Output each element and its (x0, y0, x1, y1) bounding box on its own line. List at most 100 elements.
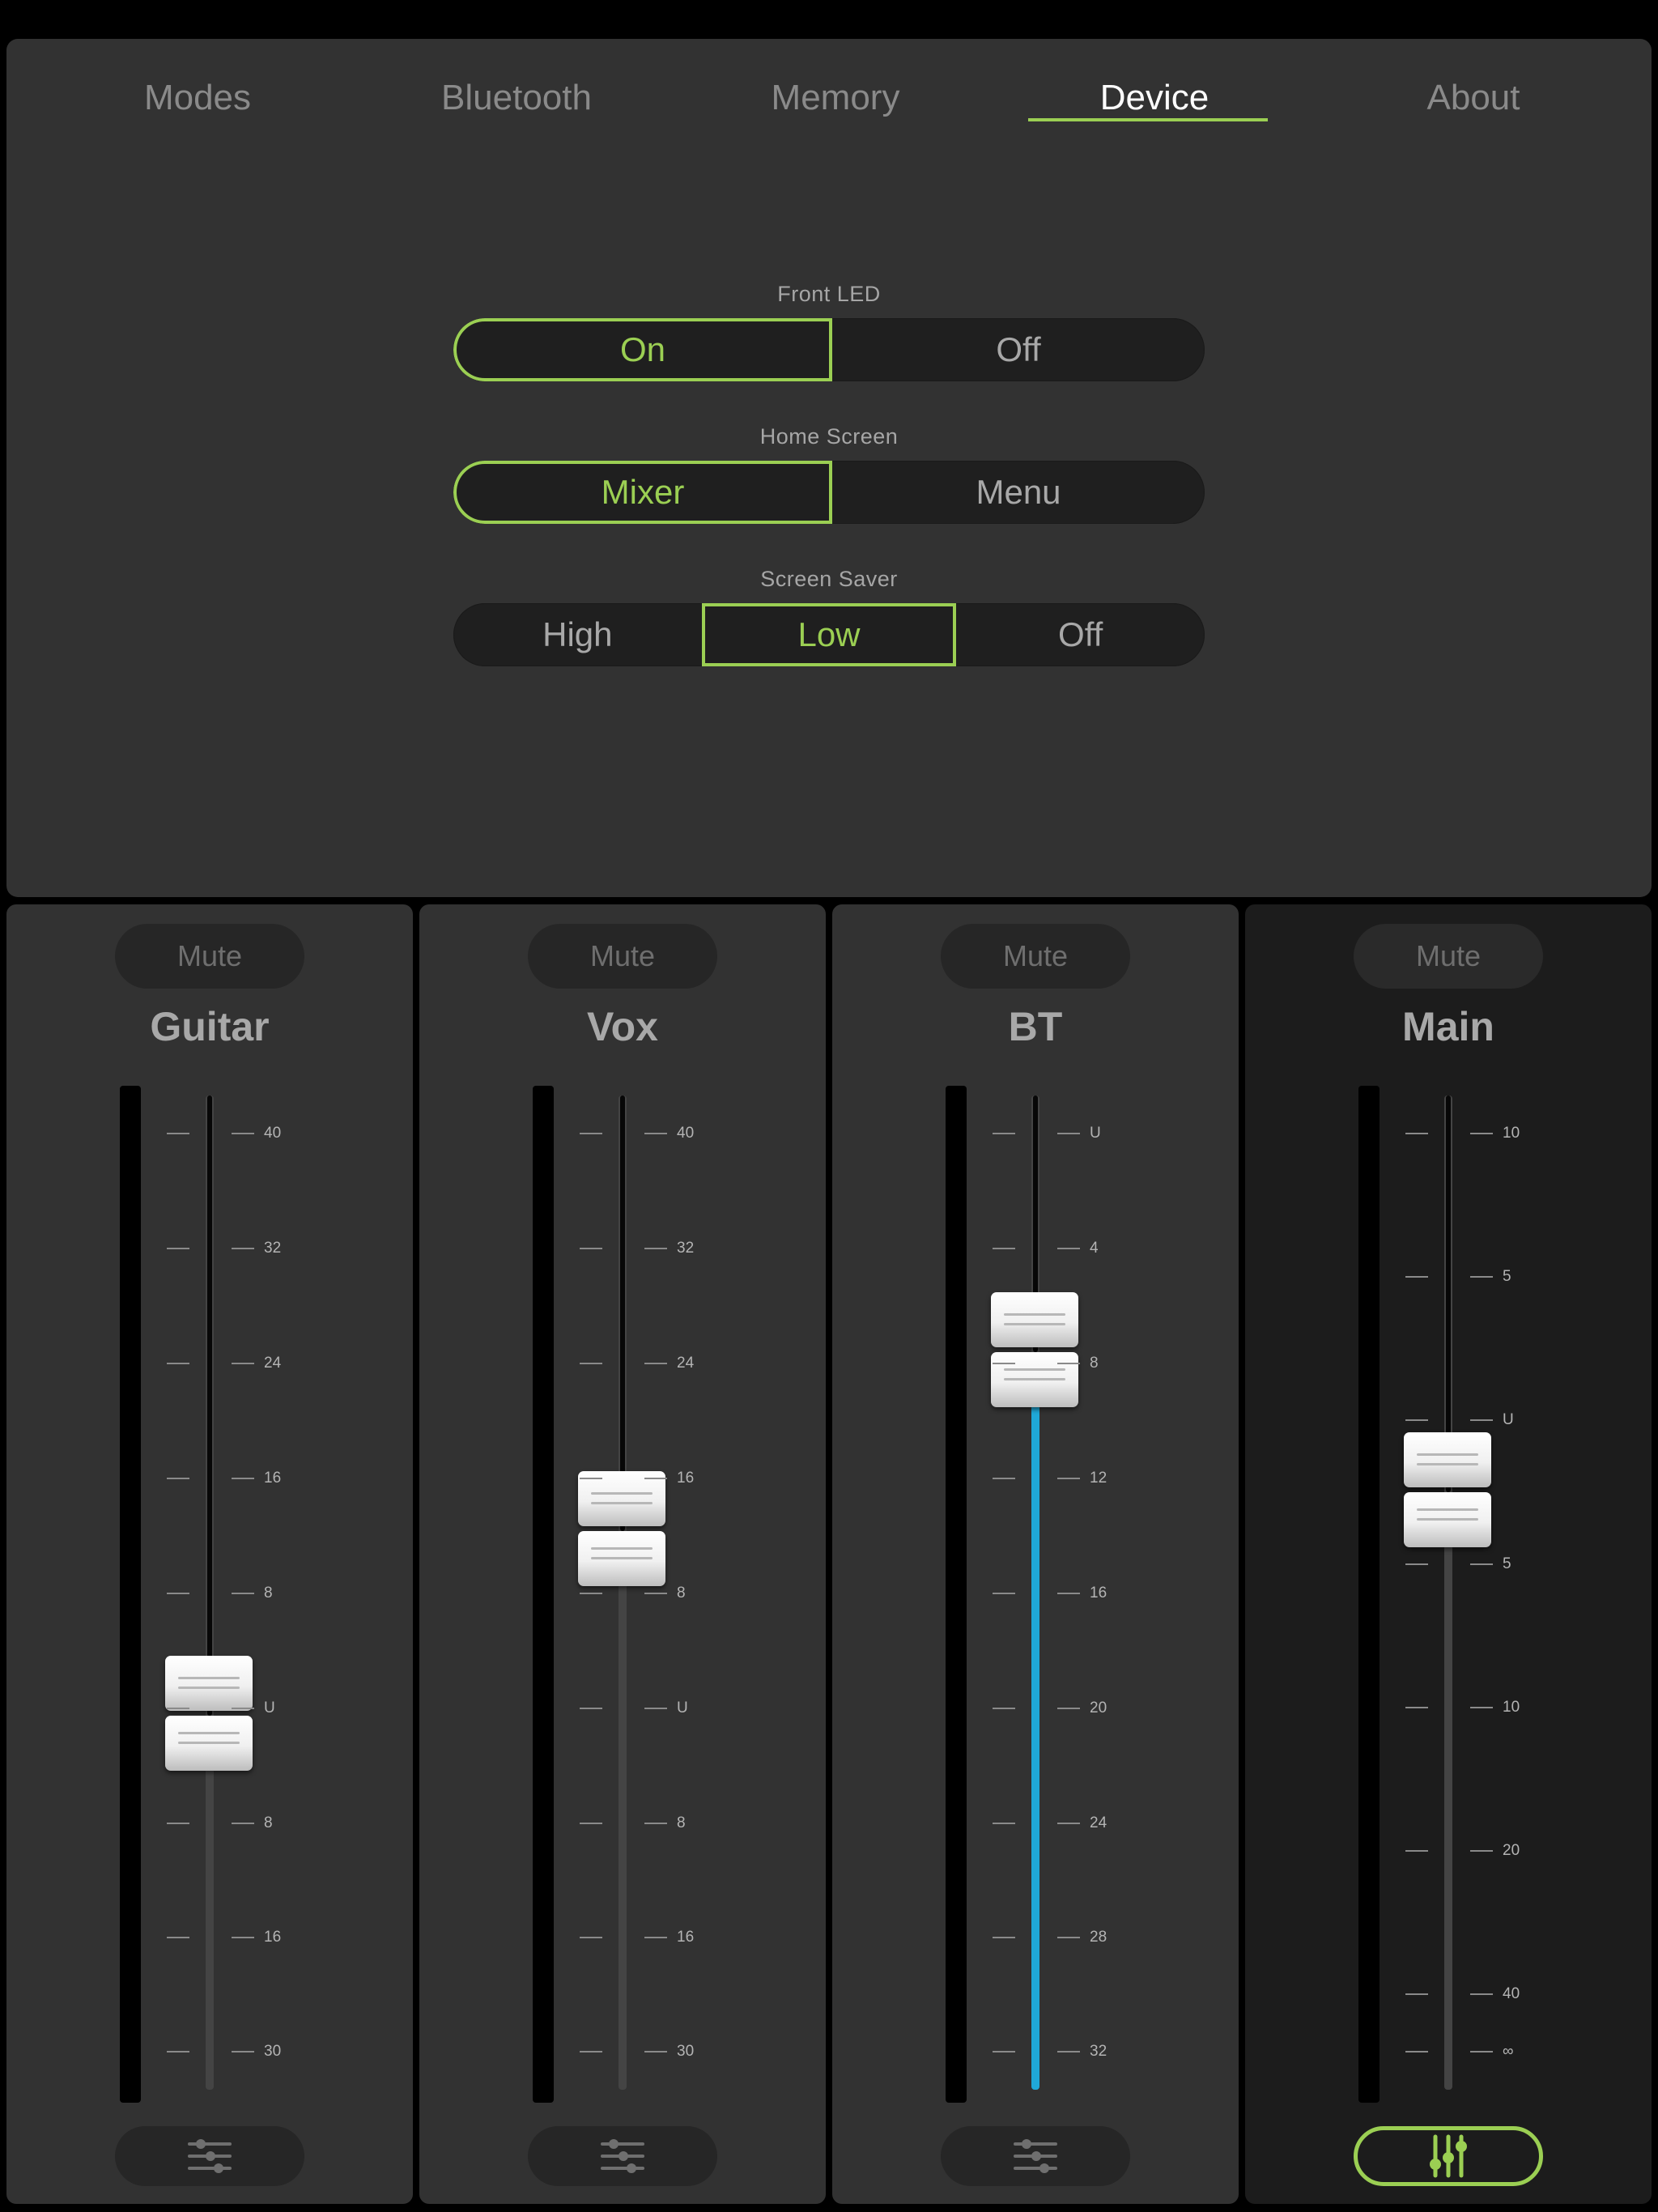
scale-tick (1057, 2051, 1080, 2052)
scale-tick (993, 1937, 1015, 1938)
scale-tick (1405, 1993, 1428, 1995)
scale-tick (580, 1708, 602, 1709)
scale-label: 8 (677, 1585, 686, 1602)
scale-tick (232, 1937, 254, 1938)
scale-tick (993, 1363, 1015, 1364)
scale-label: U (1090, 1125, 1101, 1142)
fader-track[interactable] (619, 1095, 627, 2090)
front-led-on-option[interactable]: On (453, 318, 832, 381)
scale-tick (644, 1823, 667, 1824)
fader-handle[interactable] (578, 1470, 665, 1591)
scale-tick (644, 1248, 667, 1249)
scale-label: 20 (1090, 1699, 1107, 1716)
front-led-off-option[interactable]: Off (832, 318, 1205, 381)
screen-saver-high-option[interactable]: High (453, 603, 702, 666)
scale-tick (580, 1478, 602, 1479)
scale-label: 16 (264, 1929, 282, 1946)
channel-name: Main (1402, 1004, 1494, 1049)
fader-handle[interactable] (1404, 1431, 1491, 1552)
scale-tick (167, 1708, 189, 1709)
mixer-view-button[interactable] (1354, 2126, 1543, 2186)
level-meter (533, 1086, 554, 2103)
scale-tick (1470, 1133, 1493, 1134)
scale-tick (1057, 1708, 1080, 1709)
scale-tick (580, 1133, 602, 1134)
scale-tick (1405, 1563, 1428, 1565)
fader-track[interactable] (1444, 1095, 1452, 2090)
fader-handle[interactable] (165, 1656, 253, 1776)
scale-tick (993, 1478, 1015, 1479)
scale-tick (1405, 1707, 1428, 1708)
mute-button[interactable]: Mute (528, 924, 717, 989)
active-tab-indicator (1028, 118, 1268, 121)
mute-button[interactable]: Mute (1354, 924, 1543, 989)
fader-track[interactable] (1031, 1095, 1039, 2090)
scale-label: 40 (1503, 1985, 1520, 2002)
scale-label: 30 (264, 2043, 282, 2060)
scale-label: 32 (1090, 2043, 1107, 2060)
fader-handle[interactable] (991, 1291, 1078, 1412)
front-led-setting: Front LED On Off (453, 282, 1205, 381)
scale-tick (232, 1823, 254, 1824)
channel-strip-main: Mute Main 10 5 U 5 10 20 40 ∞ (1245, 904, 1652, 2204)
level-meter (946, 1086, 967, 2103)
scale-label: 30 (677, 2043, 695, 2060)
channel-name: Vox (587, 1004, 658, 1049)
eq-settings-button[interactable] (528, 2126, 717, 2186)
screen-saver-off-option[interactable]: Off (956, 603, 1205, 666)
scale-label: 20 (1503, 1842, 1520, 1859)
scale-label: 16 (677, 1470, 695, 1487)
scale-tick (993, 1708, 1015, 1709)
scale-tick (580, 2051, 602, 2052)
level-meter (1358, 1086, 1380, 2103)
tab-bluetooth[interactable]: Bluetooth (395, 78, 638, 118)
scale-tick (232, 2051, 254, 2052)
scale-tick (1470, 1993, 1493, 1995)
tab-device[interactable]: Device (1033, 78, 1276, 118)
scale-tick (644, 2051, 667, 2052)
scale-tick (1405, 1419, 1428, 1421)
scale-tick (1470, 1419, 1493, 1421)
scale-tick (1405, 1276, 1428, 1278)
scale-tick (1470, 1850, 1493, 1852)
home-screen-menu-option[interactable]: Menu (832, 461, 1205, 524)
scale-tick (232, 1708, 254, 1709)
eq-settings-button[interactable] (115, 2126, 304, 2186)
mute-button[interactable]: Mute (941, 924, 1130, 989)
eq-settings-button[interactable] (941, 2126, 1130, 2186)
home-screen-mixer-option[interactable]: Mixer (453, 461, 832, 524)
scale-tick (1057, 1363, 1080, 1364)
scale-label: 8 (677, 1814, 686, 1831)
scale-label: 28 (1090, 1929, 1107, 1946)
scale-label: U (1503, 1411, 1514, 1428)
fader-level-fill (1031, 1351, 1039, 2090)
scale-tick (1057, 1248, 1080, 1249)
scale-tick (1405, 1133, 1428, 1134)
scale-tick (580, 1248, 602, 1249)
tab-modes[interactable]: Modes (76, 78, 319, 118)
scale-label: 16 (677, 1929, 695, 1946)
tab-about[interactable]: About (1352, 78, 1595, 118)
scale-tick (167, 1478, 189, 1479)
scale-tick (1057, 1937, 1080, 1938)
scale-label: 32 (264, 1240, 282, 1257)
channel-name: BT (1008, 1004, 1063, 1049)
scale-tick (1405, 1850, 1428, 1852)
scale-label: 4 (1090, 1240, 1099, 1257)
scale-tick (232, 1363, 254, 1364)
home-screen-setting: Home Screen Mixer Menu (453, 424, 1205, 524)
scale-tick (580, 1823, 602, 1824)
home-screen-label: Home Screen (759, 424, 899, 449)
scale-label: 12 (1090, 1470, 1107, 1487)
scale-tick (993, 1823, 1015, 1824)
fader-track[interactable] (206, 1095, 214, 2090)
mute-button[interactable]: Mute (115, 924, 304, 989)
scale-tick (167, 1248, 189, 1249)
scale-label: 16 (1090, 1585, 1107, 1602)
front-led-label: Front LED (777, 282, 881, 306)
scale-label: 32 (677, 1240, 695, 1257)
scale-label: 5 (1503, 1268, 1511, 1285)
screen-saver-low-option[interactable]: Low (701, 603, 957, 666)
tab-memory[interactable]: Memory (714, 78, 957, 118)
scale-tick (167, 2051, 189, 2052)
